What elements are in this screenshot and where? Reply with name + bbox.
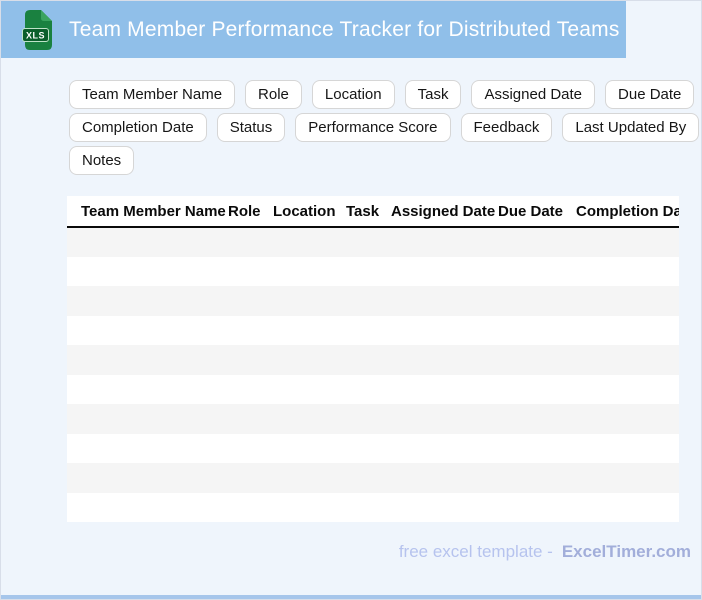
table-row bbox=[67, 227, 679, 257]
chip-status[interactable]: Status bbox=[216, 113, 286, 142]
page: XLS Team Member Performance Tracker for … bbox=[0, 0, 702, 600]
table-row bbox=[67, 345, 679, 375]
page-title: Team Member Performance Tracker for Dist… bbox=[69, 17, 620, 41]
col-header-team-member-name: Team Member Name bbox=[67, 196, 228, 228]
table-row bbox=[67, 404, 679, 434]
chip-notes[interactable]: Notes bbox=[69, 146, 135, 175]
chip-assigned-date[interactable]: Assigned Date bbox=[471, 80, 596, 109]
table-row bbox=[67, 286, 679, 316]
chip-feedback[interactable]: Feedback bbox=[460, 113, 553, 142]
header-bar: XLS Team Member Performance Tracker for … bbox=[1, 1, 626, 58]
chip-role[interactable]: Role bbox=[245, 80, 302, 109]
chip-performance-score[interactable]: Performance Score bbox=[295, 113, 451, 142]
footer: free excel template - ExcelTimer.com bbox=[1, 542, 691, 562]
footer-brand-link[interactable]: ExcelTimer.com bbox=[562, 542, 691, 561]
col-header-completion-date: Completion Date bbox=[576, 196, 679, 228]
chip-row-3: Notes bbox=[69, 146, 699, 175]
chip-row-1: Team Member Name Role Location Task Assi… bbox=[69, 80, 699, 109]
table-row bbox=[67, 433, 679, 463]
col-header-due-date: Due Date bbox=[498, 196, 576, 228]
chip-location[interactable]: Location bbox=[311, 80, 395, 109]
footer-text: free excel template - bbox=[398, 542, 553, 561]
table-header-row: Team Member Name Role Location Task Assi… bbox=[67, 196, 679, 228]
chip-last-updated-by[interactable]: Last Updated By bbox=[562, 113, 700, 142]
table-row bbox=[67, 315, 679, 345]
xls-file-icon: XLS bbox=[22, 9, 52, 50]
preview-table: Team Member Name Role Location Task Assi… bbox=[67, 196, 679, 522]
table-row bbox=[67, 492, 679, 522]
col-header-role: Role bbox=[228, 196, 273, 228]
chip-due-date[interactable]: Due Date bbox=[605, 80, 695, 109]
chip-task[interactable]: Task bbox=[404, 80, 462, 109]
col-header-location: Location bbox=[273, 196, 346, 228]
table-row bbox=[67, 256, 679, 286]
table-row bbox=[67, 463, 679, 493]
chip-row-2: Completion Date Status Performance Score… bbox=[69, 113, 700, 142]
chip-completion-date[interactable]: Completion Date bbox=[69, 113, 207, 142]
xls-badge-label: XLS bbox=[26, 30, 45, 40]
column-chips: Team Member Name Role Location Task Assi… bbox=[69, 80, 700, 175]
bottom-accent-strip bbox=[1, 595, 701, 599]
col-header-task: Task bbox=[346, 196, 391, 228]
table-row bbox=[67, 374, 679, 404]
spreadsheet-preview: Team Member Name Role Location Task Assi… bbox=[67, 196, 679, 522]
col-header-assigned-date: Assigned Date bbox=[391, 196, 498, 228]
chip-team-member-name[interactable]: Team Member Name bbox=[69, 80, 236, 109]
